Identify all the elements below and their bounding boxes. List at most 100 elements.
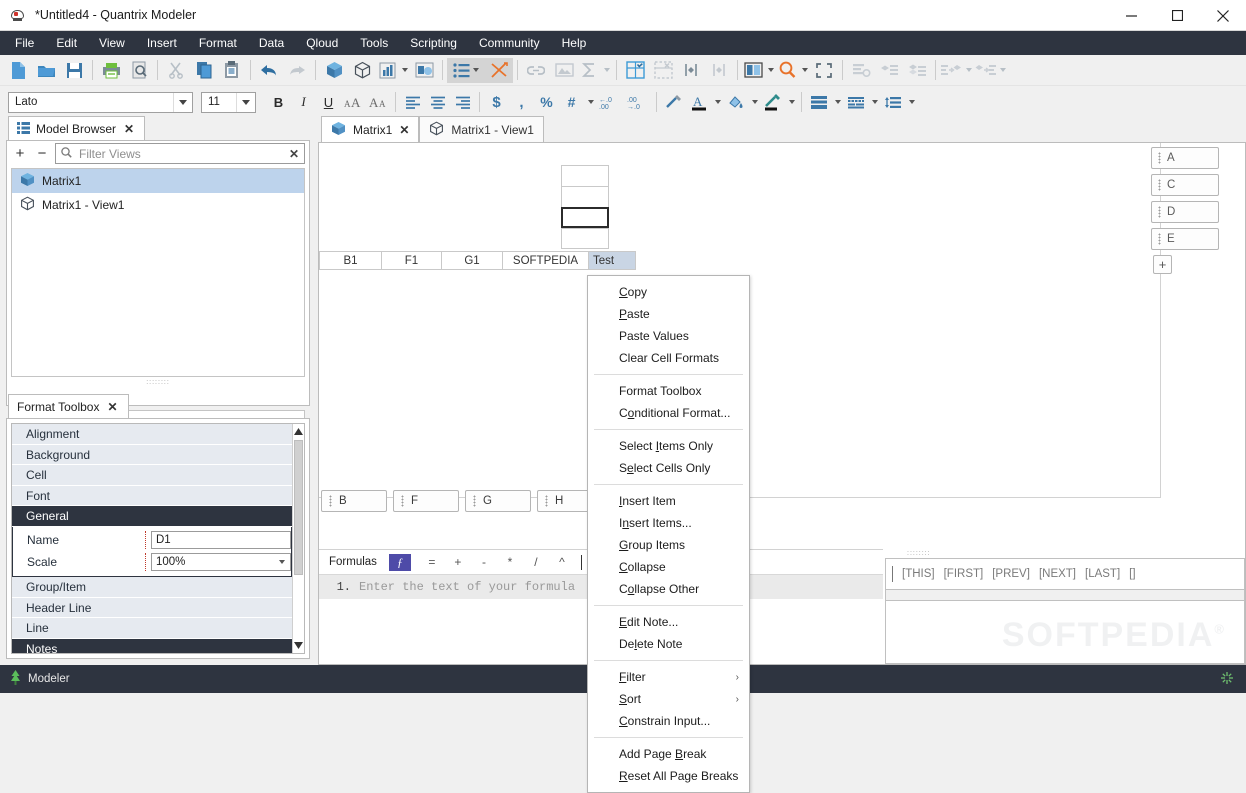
model-browser-list[interactable]: Matrix1 Matrix1 - View1 — [11, 168, 305, 377]
close-icon[interactable]: ✕ — [122, 122, 136, 136]
matrix-cell[interactable] — [561, 228, 609, 249]
menu-item-delete-note[interactable]: Delete Note — [588, 633, 749, 655]
format-painter-icon[interactable] — [661, 90, 686, 115]
image-icon[interactable] — [550, 58, 578, 83]
zoom-icon[interactable] — [776, 58, 798, 83]
clear-cells-icon[interactable] — [649, 58, 677, 83]
column-header-b1[interactable]: B1 — [319, 251, 382, 270]
menu-scripting[interactable]: Scripting — [399, 32, 468, 55]
drag-handle-icon[interactable] — [329, 495, 332, 507]
presentation-icon[interactable] — [410, 58, 438, 83]
chevron-down-icon[interactable] — [173, 92, 192, 112]
column-header-g1[interactable]: G1 — [442, 251, 503, 270]
menu-file[interactable]: File — [4, 32, 45, 55]
menu-help[interactable]: Help — [551, 32, 598, 55]
menu-item-edit-note[interactable]: Edit Note... — [588, 611, 749, 633]
matrix-canvas[interactable]: B1 F1 G1 SOFTPEDIA Test A C D E + B F G … — [318, 142, 1246, 665]
menu-format[interactable]: Format — [188, 32, 248, 55]
drag-handle-icon[interactable] — [1158, 152, 1161, 164]
menu-item-insert-item[interactable]: Insert Item — [588, 490, 749, 512]
remove-view-button[interactable]: − — [33, 145, 51, 163]
chevron-down-icon[interactable] — [584, 90, 596, 115]
tab-matrix1[interactable]: Matrix1 ✕ — [321, 116, 420, 142]
chevron-down-icon[interactable] — [398, 58, 410, 83]
panel-splitter[interactable]: :::::::: — [11, 379, 305, 386]
operator-multiply[interactable]: * — [497, 552, 523, 572]
export-to-cube-icon[interactable] — [940, 58, 962, 83]
chevron-down-icon[interactable] — [996, 58, 1008, 83]
drag-handle-icon[interactable] — [1158, 233, 1161, 245]
print-preview-icon[interactable] — [125, 58, 153, 83]
token-last[interactable]: [LAST] — [1085, 568, 1120, 580]
token-this[interactable]: [THIS] — [902, 568, 935, 580]
close-icon[interactable] — [1200, 0, 1246, 31]
chevron-down-icon[interactable] — [273, 554, 290, 570]
item-tile-f[interactable]: F — [393, 490, 459, 512]
increase-decimal-icon[interactable]: ←.0.00 — [596, 90, 624, 115]
add-item-button[interactable]: + — [1153, 255, 1172, 274]
chevron-down-icon[interactable] — [905, 90, 917, 115]
item-tile-a[interactable]: A — [1151, 147, 1219, 169]
operator-equals[interactable]: = — [419, 552, 445, 572]
new-document-icon[interactable] — [4, 58, 32, 83]
chevron-down-icon[interactable] — [868, 90, 880, 115]
drag-handle-icon[interactable] — [1158, 179, 1161, 191]
chart-dropdown[interactable] — [376, 58, 410, 83]
drag-handle-icon[interactable] — [401, 495, 404, 507]
cube-to-list-icon[interactable] — [974, 58, 996, 83]
drag-handle-icon[interactable] — [1158, 206, 1161, 218]
fx-button[interactable]: ƒ — [388, 553, 411, 571]
fullscreen-icon[interactable] — [810, 58, 838, 83]
item-tile-b[interactable]: B — [321, 490, 387, 512]
minimize-icon[interactable] — [1108, 0, 1154, 31]
keyboard-layout-dropdown[interactable] — [843, 90, 880, 115]
align-center-icon[interactable] — [425, 90, 450, 115]
menu-insert[interactable]: Insert — [136, 32, 188, 55]
clear-icon[interactable]: ✕ — [289, 147, 299, 161]
increase-font-size-button[interactable]: AA — [341, 90, 366, 115]
highlight-icon[interactable] — [760, 90, 785, 115]
underline-button[interactable]: U — [316, 90, 341, 115]
tab-matrix1-view1[interactable]: Matrix1 - View1 — [419, 116, 544, 142]
menu-item-paste[interactable]: Paste — [588, 303, 749, 325]
font-size-combo[interactable]: 11 — [201, 91, 256, 113]
item-tile-d[interactable]: D — [1151, 201, 1219, 223]
cube-to-list-dropdown[interactable] — [974, 58, 1008, 83]
section-group-item[interactable]: Group/Item — [12, 576, 292, 598]
undo-icon[interactable] — [255, 58, 283, 83]
section-header-line[interactable]: Header Line — [12, 597, 292, 619]
menu-item-clear-cell-formats[interactable]: Clear Cell Formats — [588, 347, 749, 369]
redo-icon[interactable] — [283, 58, 311, 83]
filter-views-field[interactable]: ✕ — [55, 143, 305, 164]
bold-button[interactable]: B — [266, 90, 291, 115]
sum-icon[interactable] — [578, 58, 600, 83]
drag-handle-icon[interactable] — [545, 495, 548, 507]
save-icon[interactable] — [60, 58, 88, 83]
link-icon[interactable] — [522, 58, 550, 83]
font-color-icon[interactable]: A — [686, 90, 711, 115]
row-layout-dropdown[interactable] — [806, 90, 843, 115]
add-view-button[interactable]: + — [11, 145, 29, 163]
italic-button[interactable]: I — [291, 90, 316, 115]
menu-item-paste-values[interactable]: Paste Values — [588, 325, 749, 347]
section-notes[interactable]: Notes — [12, 638, 292, 653]
chevron-down-icon[interactable] — [764, 58, 776, 83]
menu-item-collapse-other[interactable]: Collapse Other — [588, 578, 749, 600]
wireframe-cube-icon[interactable] — [348, 58, 376, 83]
item-tile-g[interactable]: G — [465, 490, 531, 512]
chevron-down-icon[interactable] — [962, 58, 974, 83]
matrix-stack-icon[interactable] — [903, 58, 931, 83]
matrix-cell[interactable] — [561, 165, 609, 186]
list-view-dropdown[interactable] — [447, 57, 485, 83]
menu-item-collapse[interactable]: Collapse — [588, 556, 749, 578]
search-input[interactable] — [77, 145, 284, 162]
property-name-input[interactable]: D1 — [151, 530, 291, 549]
navigator-tokens[interactable]: [THIS] [FIRST] [PREV] [NEXT] [LAST] [] — [885, 558, 1245, 590]
menu-item-add-page-break[interactable]: Add Page Break — [588, 743, 749, 765]
matrix-row-cells[interactable] — [561, 165, 609, 249]
item-tile-e[interactable]: E — [1151, 228, 1219, 250]
column-header-f1[interactable]: F1 — [382, 251, 442, 270]
export-to-cube-dropdown[interactable] — [940, 58, 974, 83]
chevron-down-icon[interactable] — [236, 92, 255, 112]
line-spacing-icon[interactable] — [880, 90, 905, 115]
